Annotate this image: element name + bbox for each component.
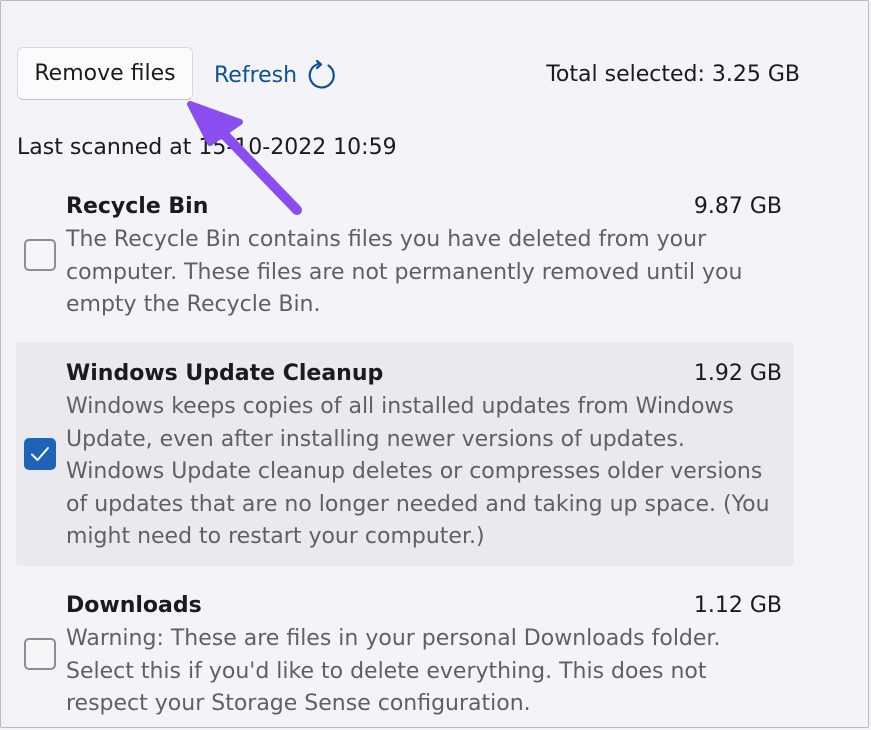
item-size: 1.12 GB — [693, 593, 782, 618]
refresh-link[interactable]: Refresh — [214, 58, 337, 92]
cleanup-item-downloads: Downloads 1.12 GB Warning: These are fil… — [16, 583, 794, 723]
recycle-bin-checkbox[interactable] — [24, 239, 56, 271]
cleanup-item-windows-update: Windows Update Cleanup 1.92 GB Windows k… — [16, 342, 794, 566]
remove-files-button[interactable]: Remove files — [17, 47, 193, 100]
item-description: Warning: These are files in your persona… — [66, 626, 721, 716]
total-selected: Total selected: 3.25 GB — [546, 62, 800, 87]
item-name: Downloads — [66, 593, 202, 618]
item-size: 1.92 GB — [693, 361, 782, 386]
item-name: Windows Update Cleanup — [66, 361, 384, 386]
refresh-icon — [307, 60, 337, 90]
downloads-checkbox[interactable] — [24, 638, 56, 670]
last-scanned-text: Last scanned at 15-10-2022 10:59 — [17, 135, 397, 160]
item-name: Recycle Bin — [66, 194, 209, 219]
refresh-label: Refresh — [214, 62, 298, 88]
item-size: 9.87 GB — [693, 194, 782, 219]
item-description: Windows keeps copies of all installed up… — [66, 394, 770, 549]
cleanup-item-recycle-bin: Recycle Bin 9.87 GB The Recycle Bin cont… — [16, 184, 794, 326]
checkmark-icon — [31, 447, 49, 461]
windows-update-checkbox[interactable] — [24, 438, 56, 470]
item-description: The Recycle Bin contains files you have … — [66, 227, 743, 317]
